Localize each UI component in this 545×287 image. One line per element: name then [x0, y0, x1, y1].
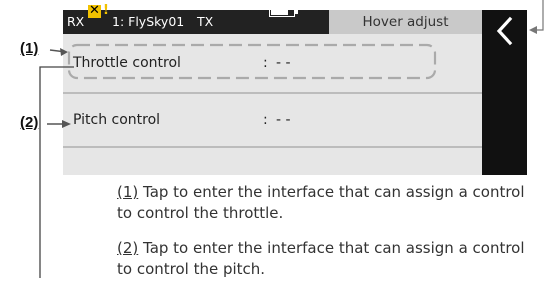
- annotation-1-label: (1): [20, 40, 39, 57]
- annotation-2-label: (2): [20, 114, 39, 131]
- description-1: (1) Tap to enter the interface that can …: [117, 182, 527, 224]
- description-1-number: (1): [117, 183, 139, 201]
- description-2: (2) Tap to enter the interface that can …: [117, 238, 527, 280]
- description-2-number: (2): [117, 239, 139, 257]
- description-2-text: Tap to enter the interface that can assi…: [117, 239, 525, 278]
- description-1-text: Tap to enter the interface that can assi…: [117, 183, 525, 222]
